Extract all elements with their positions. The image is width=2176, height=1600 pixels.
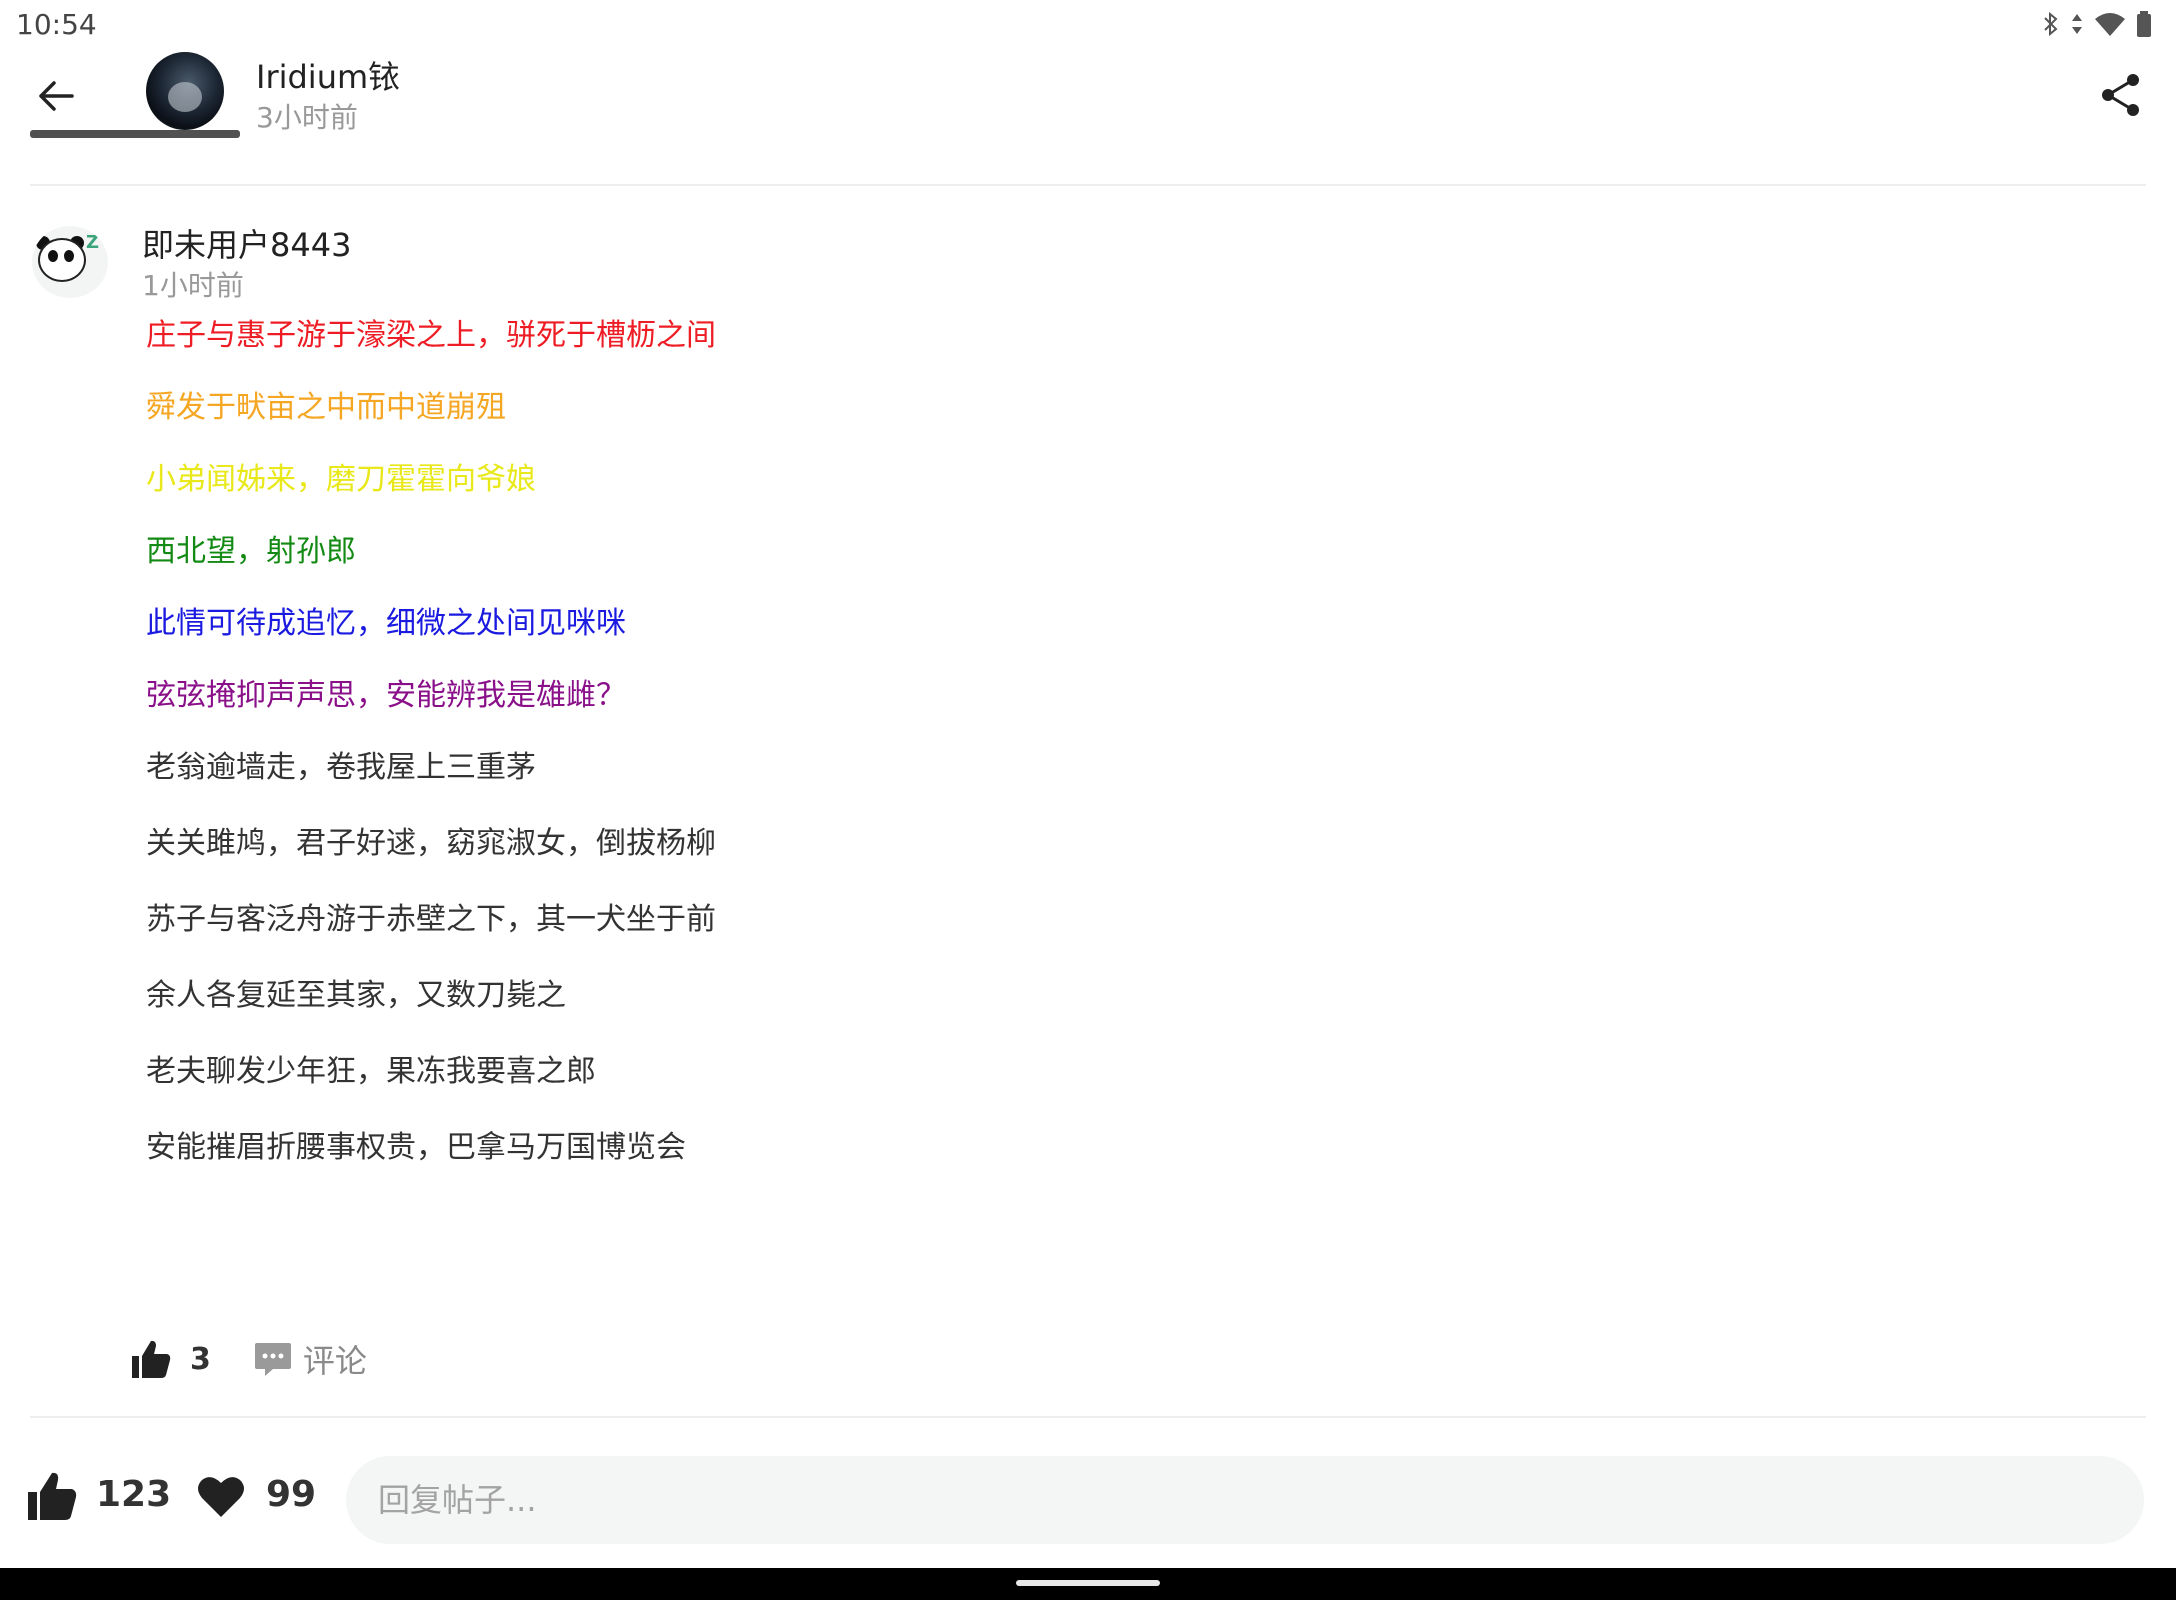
comment-line: 老翁逾墙走，卷我屋上三重茅 [146, 750, 536, 785]
comment-line: 安能摧眉折腰事权贵，巴拿马万国博览会 [146, 1130, 686, 1165]
share-button[interactable] [2096, 70, 2146, 120]
data-arrows-icon [2072, 14, 2082, 34]
share-icon [2102, 74, 2139, 116]
post-time: 3小时前 [256, 101, 358, 134]
post-like-count: 123 [96, 1474, 172, 1515]
wifi-icon [2095, 13, 2125, 36]
comment-like-count: 3 [190, 1341, 211, 1377]
comment-reply-label[interactable]: 评论 [303, 1336, 367, 1382]
post-detail-screen: 10:54 Iridium铱 3小时前 Z 即未用户8443 1小时前 庄子与惠… [0, 0, 2176, 1600]
comment-line: 苏子与客泛舟游于赤壁之下，其一犬坐于前 [146, 902, 716, 937]
comment-line: 庄子与惠子游于濠梁之上，骈死于槽枥之间 [146, 318, 716, 353]
navigation-bar [0, 1568, 2176, 1600]
comment-line: 弦弦掩抑声声思，安能辨我是雄雌？ [146, 678, 626, 713]
bluetooth-icon [2044, 11, 2058, 37]
back-arrow-icon [39, 81, 74, 111]
back-button[interactable] [30, 70, 82, 122]
status-icons [2042, 10, 2152, 38]
comment-line: 小弟闻姊来，磨刀霍霍向爷娘 [146, 462, 536, 497]
comment-bubble-icon[interactable] [253, 1339, 293, 1379]
post-like-icon[interactable] [26, 1470, 78, 1522]
comment-divider [30, 1416, 2146, 1418]
comment-line: 舜发于畎亩之中而中道崩殂 [146, 390, 506, 425]
comment-line: 西北望，射孙郎 [146, 534, 356, 569]
comment-body: 庄子与惠子游于濠梁之上，骈死于槽枥之间 舜发于畎亩之中而中道崩殂 小弟闻姊来，磨刀霍… [146, 310, 1546, 1198]
comment-line: 关关雎鸠，君子好逑，窈窕淑女，倒拔杨柳 [146, 826, 716, 861]
commenter-name[interactable]: 即未用户8443 [142, 220, 351, 266]
favorite-count: 99 [266, 1474, 317, 1515]
header-divider [30, 184, 2146, 186]
comment-line: 此情可待成追忆，细微之处间见咪咪 [146, 606, 626, 641]
commenter-avatar[interactable]: Z [32, 226, 108, 298]
status-time: 10:54 [16, 8, 97, 41]
comment-time: 1小时前 [142, 269, 244, 302]
comment-like-icon[interactable] [130, 1338, 172, 1380]
reply-input[interactable] [346, 1456, 2144, 1544]
comment-line: 余人各复延至其家，又数刀毙之 [146, 978, 566, 1013]
clipped-section-header [30, 118, 250, 140]
comment-actions: 3 评论 [130, 1336, 367, 1382]
favorite-heart-icon[interactable] [196, 1472, 246, 1520]
battery-icon [2137, 11, 2151, 37]
author-name[interactable]: Iridium铱 [256, 52, 400, 98]
home-gesture-handle[interactable] [1016, 1580, 1160, 1586]
comment-line: 老夫聊发少年狂，果冻我要喜之郎 [146, 1054, 596, 1089]
